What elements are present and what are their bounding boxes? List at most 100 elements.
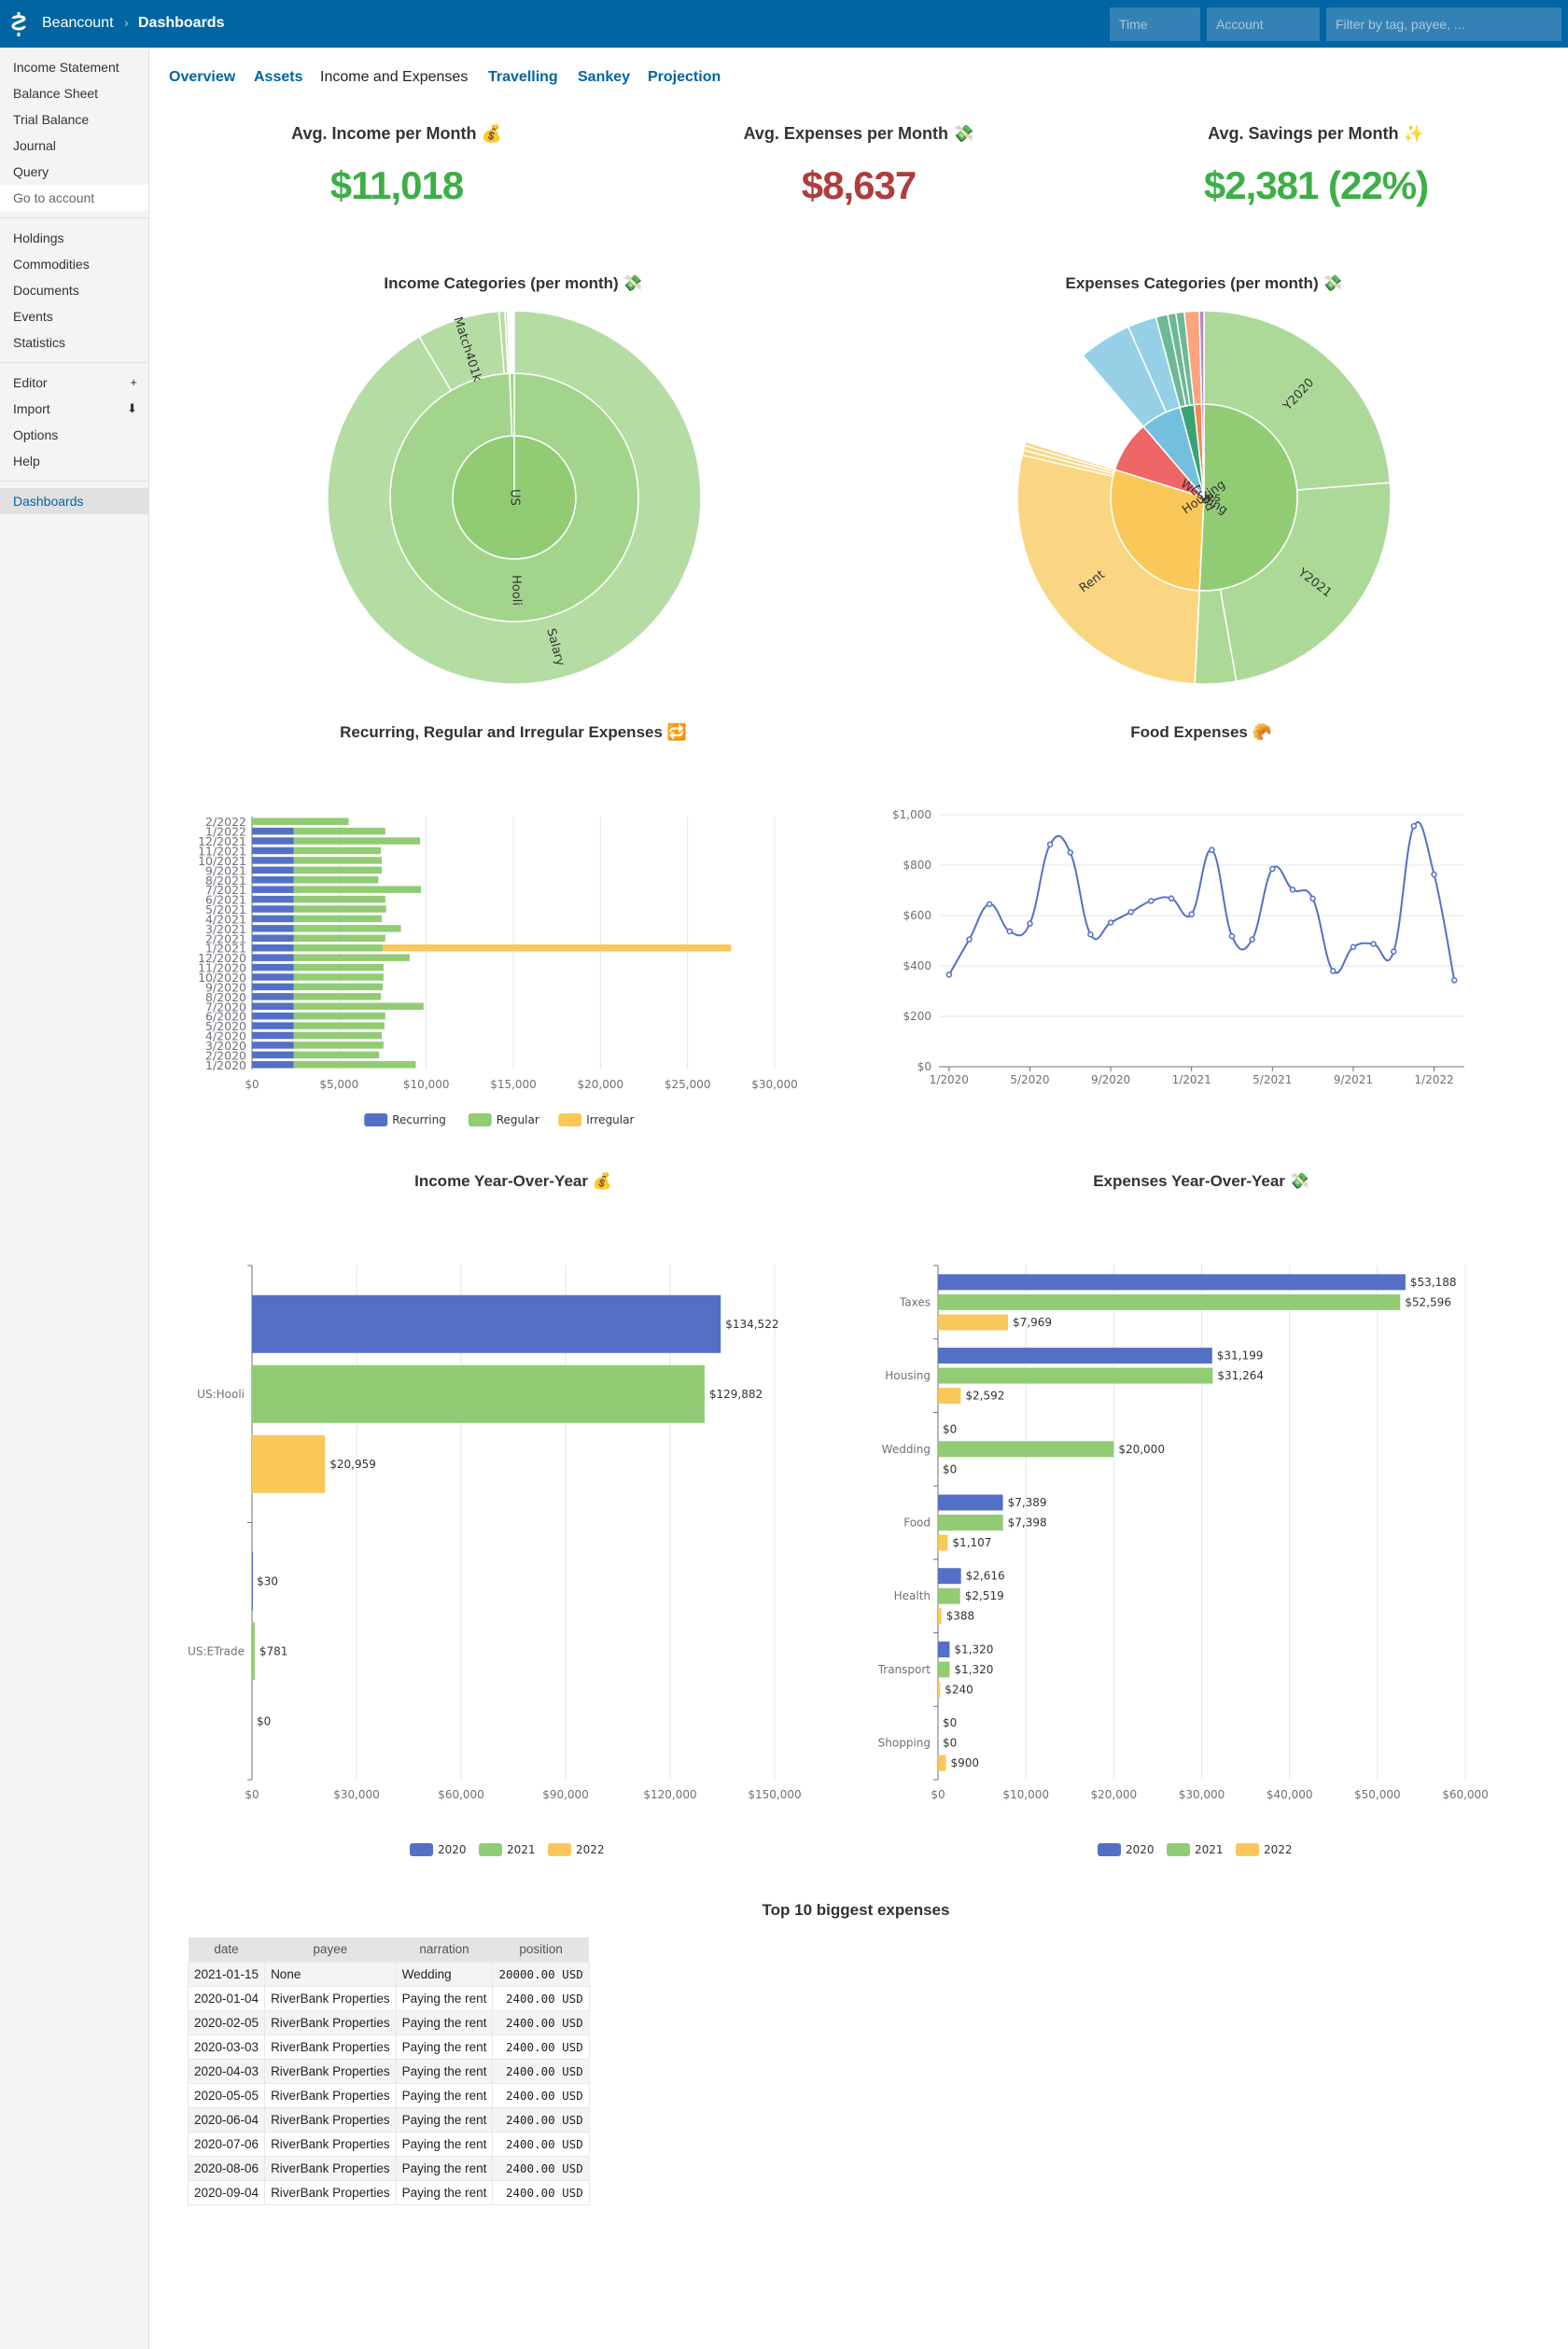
bar-2020[interactable] [938,1274,1406,1291]
data-point[interactable] [1249,936,1255,943]
legend-item-regular[interactable]: Regular [468,1113,539,1126]
bar-2022[interactable] [938,1755,946,1771]
bar-regular[interactable] [293,827,385,835]
bar-regular[interactable] [293,1002,424,1011]
bar-regular[interactable] [293,925,401,932]
legend-item-2021[interactable]: 2021 [1167,1843,1224,1856]
data-point[interactable] [1168,895,1175,902]
bar-recurring[interactable] [252,973,294,981]
bar-2020[interactable] [252,1294,721,1353]
bar-recurring[interactable] [252,886,294,893]
data-point[interactable] [1209,846,1215,854]
bar-recurring[interactable] [252,905,294,913]
data-point[interactable] [966,936,973,943]
bar-recurring[interactable] [252,934,294,943]
data-point[interactable] [1390,948,1397,955]
data-point[interactable] [1350,944,1357,950]
bar-recurring[interactable] [252,1002,294,1011]
data-point[interactable] [1269,865,1276,873]
data-point[interactable] [1006,928,1014,935]
bar-regular[interactable] [293,846,382,855]
legend-item-2022[interactable]: 2022 [1236,1843,1293,1856]
bar-regular[interactable] [293,915,383,923]
legend-item-2022[interactable]: 2022 [548,1843,605,1856]
bar-2021[interactable] [938,1661,950,1678]
data-point[interactable] [1148,898,1155,904]
bar-regular[interactable] [252,818,349,825]
bar-regular[interactable] [293,1012,385,1020]
bar-regular[interactable] [293,963,384,972]
bar-recurring[interactable] [252,1051,294,1059]
data-point[interactable] [1309,895,1316,902]
bar-regular[interactable] [293,895,385,903]
bar-recurring[interactable] [252,1012,294,1020]
bar-2020[interactable] [938,1494,1003,1511]
bar-2020[interactable] [252,1552,253,1611]
data-point[interactable] [1067,849,1073,856]
legend-item-recurring[interactable]: Recurring [364,1113,446,1126]
bar-2021[interactable] [252,1622,255,1681]
data-point[interactable] [1107,919,1114,926]
bar-regular[interactable] [293,954,410,961]
bar-irregular[interactable] [383,944,732,952]
bar-2021[interactable] [938,1293,1401,1310]
data-point[interactable] [1046,841,1054,848]
bar-regular[interactable] [293,875,379,884]
bar-recurring[interactable] [252,983,294,991]
data-point[interactable] [1087,931,1094,938]
data-point[interactable] [945,972,953,978]
bar-2022[interactable] [252,1434,326,1493]
bar-recurring[interactable] [252,866,294,874]
bar-regular[interactable] [293,837,421,845]
data-point[interactable] [1330,968,1337,974]
bar-regular[interactable] [293,1051,380,1059]
column-header-date[interactable]: date [188,1937,265,1962]
bar-regular[interactable] [293,1022,385,1029]
bar-2022[interactable] [938,1681,941,1698]
bar-recurring[interactable] [252,944,294,952]
data-point[interactable] [1289,886,1296,893]
bar-recurring[interactable] [252,1042,294,1049]
bar-recurring[interactable] [252,837,294,845]
bar-regular[interactable] [293,905,386,913]
legend-item-irregular[interactable]: Irregular [558,1113,634,1126]
column-header-payee[interactable]: payee [264,1937,397,1962]
bar-recurring[interactable] [252,846,294,855]
bar-2020[interactable] [938,1568,961,1585]
data-point[interactable] [1027,920,1033,927]
bar-recurring[interactable] [252,895,294,903]
legend-item-2020[interactable]: 2020 [410,1843,467,1856]
bar-2022[interactable] [938,1388,961,1405]
bar-2021[interactable] [938,1441,1114,1458]
bar-recurring[interactable] [252,993,294,1000]
data-point[interactable] [1370,941,1377,947]
bar-2020[interactable] [938,1641,950,1657]
bar-recurring[interactable] [252,954,294,961]
column-header-position[interactable]: position [492,1937,590,1962]
bar-2021[interactable] [938,1515,1003,1531]
bar-recurring[interactable] [252,925,294,932]
bar-regular[interactable] [293,886,422,893]
bar-recurring[interactable] [252,1061,294,1069]
bar-recurring[interactable] [252,875,294,884]
bar-recurring[interactable] [252,827,294,835]
bar-2021[interactable] [938,1367,1213,1384]
data-point[interactable] [1188,911,1195,917]
bar-regular[interactable] [293,857,383,864]
bar-recurring[interactable] [252,963,294,972]
bar-regular[interactable] [293,973,384,981]
bar-recurring[interactable] [252,1022,294,1029]
bar-recurring[interactable] [252,1031,294,1040]
bar-2022[interactable] [938,1534,948,1551]
bar-2022[interactable] [938,1314,1009,1331]
bar-regular[interactable] [293,1042,384,1049]
bar-regular[interactable] [293,1061,416,1069]
data-point[interactable] [1431,871,1437,878]
bar-regular[interactable] [293,944,383,952]
bar-2020[interactable] [938,1348,1212,1364]
bar-recurring[interactable] [252,857,294,864]
bar-regular[interactable] [293,1031,383,1040]
bar-regular[interactable] [293,993,382,1000]
bar-regular[interactable] [293,934,385,943]
legend-item-2021[interactable]: 2021 [479,1843,536,1856]
